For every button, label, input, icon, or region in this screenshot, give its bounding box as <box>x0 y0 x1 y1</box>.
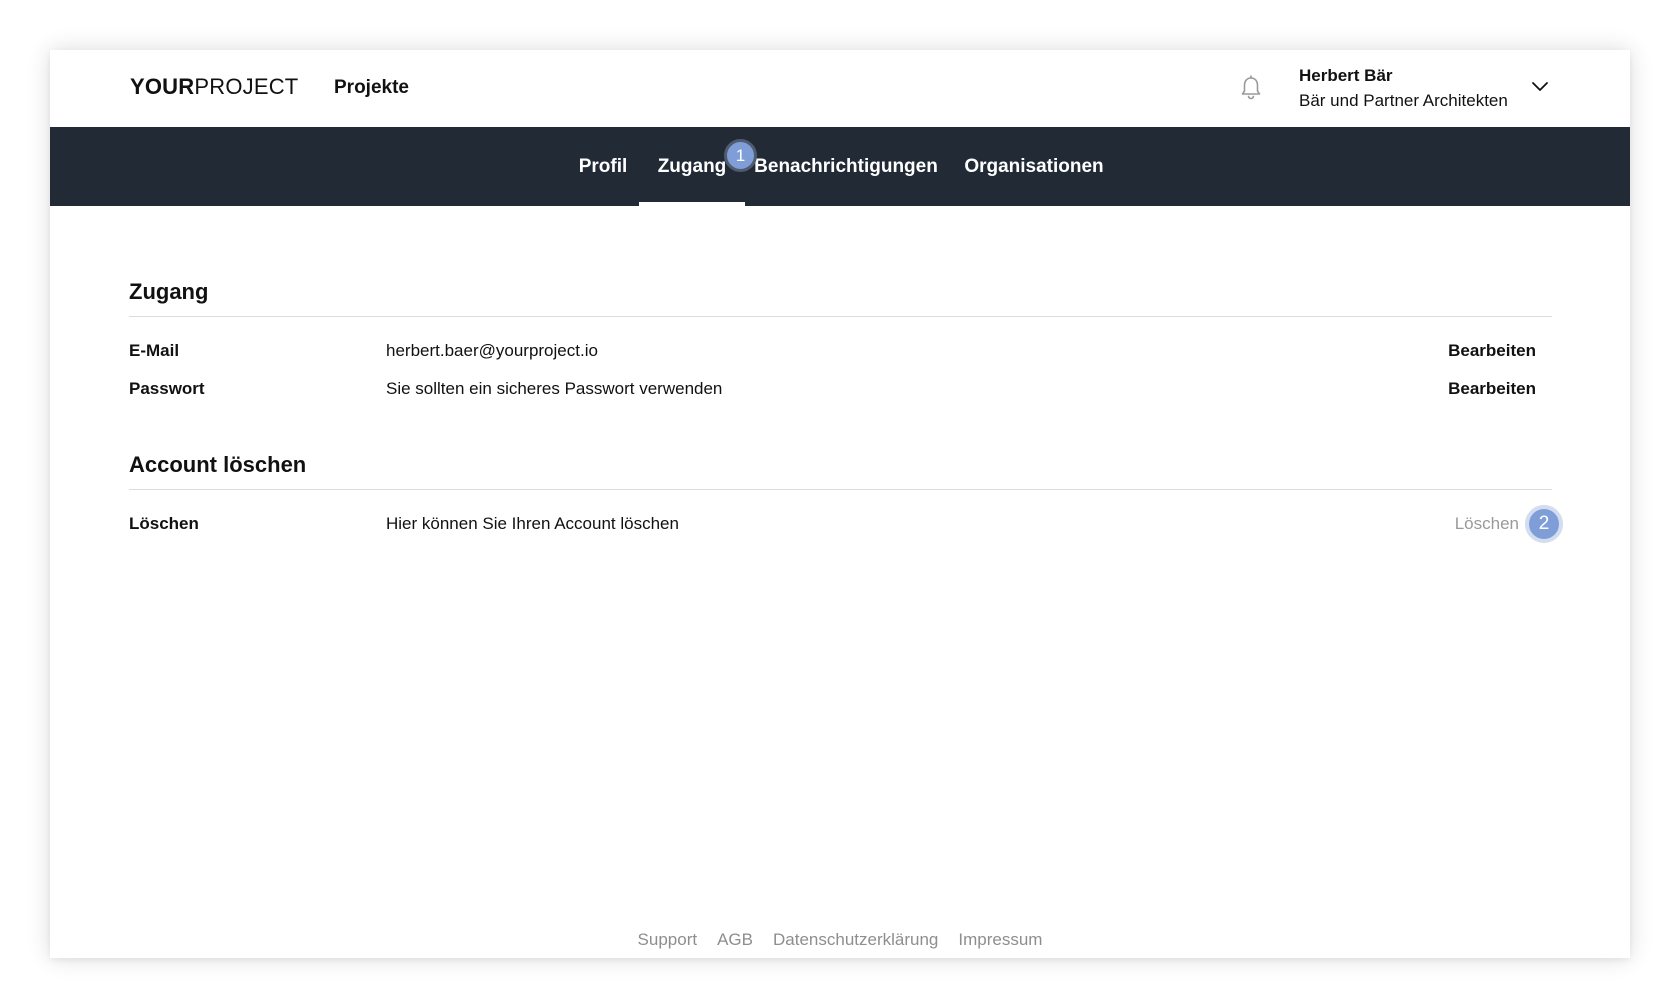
top-header: YOURPROJECT Projekte Herbert Bär Bär und… <box>50 50 1630 127</box>
app-window: YOURPROJECT Projekte Herbert Bär Bär und… <box>50 50 1630 958</box>
step-marker-2: 2 <box>1525 505 1563 543</box>
section-divider <box>129 489 1552 490</box>
email-label: E-Mail <box>129 341 180 360</box>
footer-link-agb[interactable]: AGB <box>717 930 753 950</box>
footer: Support AGB Datenschutzerklärung Impress… <box>50 930 1630 950</box>
footer-link-support[interactable]: Support <box>638 930 698 950</box>
tab-benachrichtigungen[interactable]: Benachrichtigungen <box>752 127 940 206</box>
logo[interactable]: YOURPROJECT <box>130 74 298 100</box>
nav-projects-link[interactable]: Projekte <box>334 77 409 99</box>
section-title-delete-account: Account löschen <box>129 452 307 477</box>
logo-light: PROJECT <box>194 74 299 99</box>
tab-organisationen[interactable]: Organisationen <box>964 127 1104 206</box>
delete-description: Hier können Sie Ihren Account löschen <box>386 514 679 533</box>
user-organization: Bär und Partner Architekten <box>1299 91 1508 110</box>
settings-tab-bar: Profil Zugang Benachrichtigungen Organis… <box>50 127 1630 206</box>
email-value: herbert.baer@yourproject.io <box>386 341 598 360</box>
footer-link-privacy[interactable]: Datenschutzerklärung <box>773 930 938 950</box>
user-menu[interactable]: Herbert Bär Bär und Partner Architekten <box>1299 66 1508 111</box>
footer-link-imprint[interactable]: Impressum <box>958 930 1042 950</box>
bell-icon[interactable] <box>1236 73 1266 103</box>
delete-label: Löschen <box>129 514 199 533</box>
password-hint: Sie sollten ein sicheres Passwort verwen… <box>386 379 723 398</box>
logo-bold: YOUR <box>130 74 195 99</box>
chevron-down-icon[interactable] <box>1530 79 1550 95</box>
edit-email-button[interactable]: Bearbeiten <box>1448 341 1536 361</box>
edit-password-button[interactable]: Bearbeiten <box>1448 379 1536 399</box>
section-title-access: Zugang <box>129 279 209 304</box>
tab-profil[interactable]: Profil <box>562 127 644 206</box>
delete-account-button[interactable]: Löschen <box>1455 514 1519 534</box>
user-name: Herbert Bär <box>1299 66 1393 85</box>
step-marker-1: 1 <box>724 139 757 172</box>
password-label: Passwort <box>129 379 205 398</box>
section-divider <box>129 316 1552 317</box>
